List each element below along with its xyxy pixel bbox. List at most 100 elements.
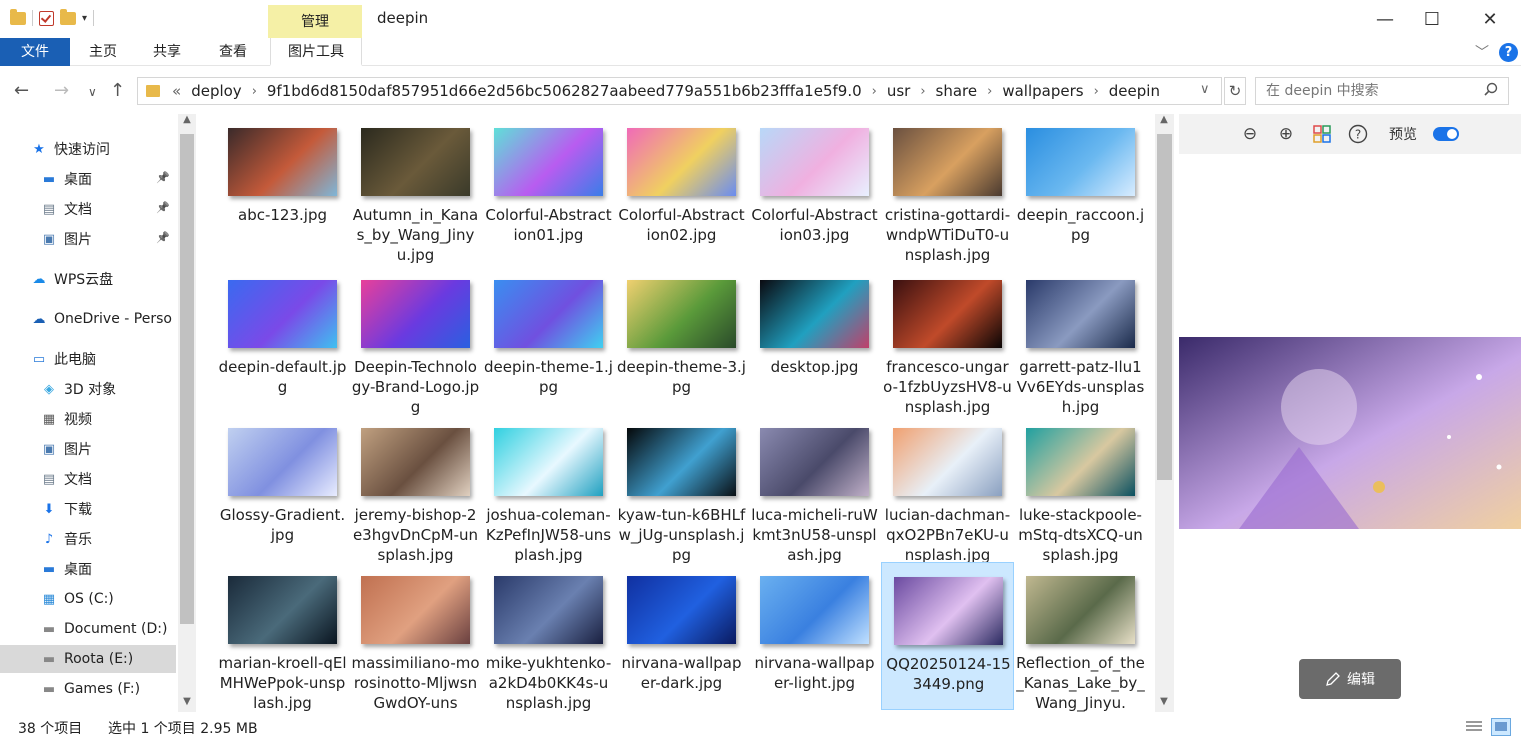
sidebar-item-7[interactable]: ▭ 此电脑: [0, 345, 176, 373]
sidebar-item-16[interactable]: ▬ Document (D:): [0, 615, 176, 643]
file-item[interactable]: marian-kroell-qElMHWePpok-unsplash.jpg: [216, 562, 349, 712]
file-item[interactable]: mike-yukhtenko-a2kD4b0KK4s-unsplash.jpg: [482, 562, 615, 712]
address-bar[interactable]: « deploy › 9f1bd6d8150daf857951d66e2d56b…: [137, 77, 1222, 105]
scroll-up-icon[interactable]: ▲: [1155, 114, 1173, 125]
details-view-icon[interactable]: [1464, 718, 1484, 736]
file-item[interactable]: kyaw-tun-k6BHLfw_jUg-unsplash.jpg: [615, 414, 748, 564]
sidebar-item-8[interactable]: ◈ 3D 对象: [0, 375, 176, 403]
file-item[interactable]: francesco-ungaro-1fzbUyzsHV8-unsplash.jp…: [881, 266, 1014, 416]
sidebar-item-label: Games (F:): [64, 681, 141, 697]
zoom-out-icon[interactable]: ⊖: [1237, 121, 1263, 147]
tab-view[interactable]: 查看: [210, 38, 256, 66]
sidebar-item-2[interactable]: ▬ 桌面 📌: [0, 165, 176, 193]
manage-tab[interactable]: 管理: [268, 5, 362, 40]
quick-access-toolbar: ▾: [10, 8, 95, 26]
close-button[interactable]: ✕: [1467, 6, 1513, 34]
file-item[interactable]: jeremy-bishop-2e3hgvDnCpM-unsplash.jpg: [349, 414, 482, 564]
tab-share[interactable]: 共享: [144, 38, 190, 66]
large-icons-view-icon[interactable]: [1491, 718, 1511, 736]
breadcrumb-deploy[interactable]: deploy: [191, 82, 242, 100]
file-item[interactable]: Colorful-Abstraction02.jpg: [615, 114, 748, 262]
file-item[interactable]: garrett-patz-Ilu1Vv6EYds-unsplash.jpg: [1014, 266, 1147, 416]
tab-picture-tools[interactable]: 图片工具: [270, 38, 362, 66]
file-item[interactable]: desktop.jpg: [748, 266, 881, 414]
customize-toolbar-icon[interactable]: ▾: [82, 13, 87, 24]
folder-icon[interactable]: [10, 8, 26, 25]
file-item[interactable]: Deepin-Technology-Brand-Logo.jpg: [349, 266, 482, 416]
preview-toggle[interactable]: [1433, 127, 1459, 141]
properties-icon[interactable]: [39, 10, 54, 26]
file-item[interactable]: deepin-default.jpg: [216, 266, 349, 414]
file-item[interactable]: deepin-theme-3.jpg: [615, 266, 748, 414]
sidebar-item-5[interactable]: ☁ WPS云盘: [0, 265, 176, 293]
search-icon[interactable]: [1484, 82, 1498, 96]
refresh-button[interactable]: ↻: [1224, 77, 1246, 105]
file-item[interactable]: Glossy-Gradient.jpg: [216, 414, 349, 562]
new-folder-icon[interactable]: [60, 8, 76, 25]
breadcrumb-wallpapers[interactable]: wallpapers: [1002, 82, 1083, 100]
back-button[interactable]: ←: [14, 80, 29, 101]
file-item[interactable]: deepin-theme-1.jpg: [482, 266, 615, 414]
breadcrumb-separator-icon[interactable]: ›: [872, 84, 877, 99]
file-item[interactable]: massimiliano-morosinotto-MljwsnGwdOY-uns: [349, 562, 482, 712]
breadcrumb-usr[interactable]: usr: [887, 82, 911, 100]
breadcrumb-separator-icon[interactable]: ›: [920, 84, 925, 99]
file-item[interactable]: luca-micheli-ruWkmt3nU58-unsplash.jpg: [748, 414, 881, 564]
file-item[interactable]: QQ20250124-153449.png: [881, 562, 1014, 710]
breadcrumb-deepin[interactable]: deepin: [1109, 82, 1160, 100]
address-history-icon[interactable]: ∨: [1200, 82, 1210, 97]
forward-button[interactable]: →: [54, 80, 69, 101]
file-item[interactable]: cristina-gottardi-wndpWTiDuT0-unsplash.j…: [881, 114, 1014, 264]
sidebar-item-3[interactable]: ▤ 文档 📌: [0, 195, 176, 223]
file-item[interactable]: deepin_raccoon.jpg: [1014, 114, 1147, 262]
tab-file[interactable]: 文件: [0, 38, 70, 66]
file-item[interactable]: joshua-coleman-KzPefInJW58-unsplash.jpg: [482, 414, 615, 564]
sidebar-item-17[interactable]: ▬ Roota (E:): [0, 645, 176, 673]
file-name: kyaw-tun-k6BHLfw_jUg-unsplash.jpg: [617, 506, 746, 564]
sidebar-item-13[interactable]: ♪ 音乐: [0, 525, 176, 553]
file-scrollbar-thumb[interactable]: [1157, 134, 1172, 480]
sidebar-item-10[interactable]: ▣ 图片: [0, 435, 176, 463]
breadcrumb-separator-icon[interactable]: ›: [1094, 84, 1099, 99]
sidebar-item-4[interactable]: ▣ 图片 📌: [0, 225, 176, 253]
scroll-down-icon[interactable]: ▼: [1155, 696, 1173, 707]
zoom-in-icon[interactable]: ⊕: [1273, 121, 1299, 147]
help-icon[interactable]: ?: [1499, 43, 1518, 62]
apps-icon[interactable]: [1309, 121, 1335, 147]
scroll-down-icon[interactable]: ▼: [178, 696, 196, 707]
expand-ribbon-icon[interactable]: ﹀: [1475, 42, 1489, 62]
file-item[interactable]: luke-stackpoole-mStq-dtsXCQ-unsplash.jpg: [1014, 414, 1147, 564]
file-item[interactable]: Autumn_in_Kanas_by_Wang_Jinyu.jpg: [349, 114, 482, 264]
file-item[interactable]: nirvana-wallpaper-light.jpg: [748, 562, 881, 710]
sidebar-item-1[interactable]: ★ 快速访问: [0, 135, 176, 163]
sidebar-item-9[interactable]: ▦ 视频: [0, 405, 176, 433]
file-item[interactable]: Colorful-Abstraction01.jpg: [482, 114, 615, 262]
file-item[interactable]: Reflection_of_the_Kanas_Lake_by_Wang_Jin…: [1014, 562, 1147, 712]
help-icon[interactable]: ?: [1345, 121, 1371, 147]
up-button[interactable]: ↑: [110, 80, 125, 101]
recent-locations-icon[interactable]: ∨: [88, 85, 97, 99]
sidebar-item-12[interactable]: ⬇ 下载: [0, 495, 176, 523]
edit-button[interactable]: 编辑: [1299, 659, 1401, 699]
navigation-scrollbar-thumb[interactable]: [180, 134, 194, 624]
file-item[interactable]: abc-123.jpg: [216, 114, 349, 262]
scroll-up-icon[interactable]: ▲: [178, 114, 196, 125]
file-item[interactable]: Colorful-Abstraction03.jpg: [748, 114, 881, 262]
file-item[interactable]: nirvana-wallpaper-dark.jpg: [615, 562, 748, 710]
sidebar-item-15[interactable]: ▦ OS (C:): [0, 585, 176, 613]
file-item[interactable]: lucian-dachman-qxO2PBn7eKU-unsplash.jpg: [881, 414, 1014, 564]
sidebar-item-6[interactable]: ☁ OneDrive - Perso: [0, 305, 176, 333]
maximize-button[interactable]: ☐: [1409, 6, 1455, 34]
breadcrumb-share[interactable]: share: [936, 82, 978, 100]
tab-home[interactable]: 主页: [80, 38, 126, 66]
minimize-button[interactable]: —: [1362, 6, 1408, 34]
search-input[interactable]: 在 deepin 中搜索: [1255, 77, 1509, 105]
sidebar-item-11[interactable]: ▤ 文档: [0, 465, 176, 493]
breadcrumb-separator-icon[interactable]: ›: [252, 84, 257, 99]
pin-icon: 📌: [156, 171, 170, 184]
sidebar-item-14[interactable]: ▬ 桌面: [0, 555, 176, 583]
breadcrumb-overflow[interactable]: «: [172, 82, 181, 100]
sidebar-item-18[interactable]: ▬ Games (F:): [0, 675, 176, 703]
breadcrumb-separator-icon[interactable]: ›: [987, 84, 992, 99]
breadcrumb-hash[interactable]: 9f1bd6d8150daf857951d66e2d56bc5062827aab…: [267, 82, 862, 100]
